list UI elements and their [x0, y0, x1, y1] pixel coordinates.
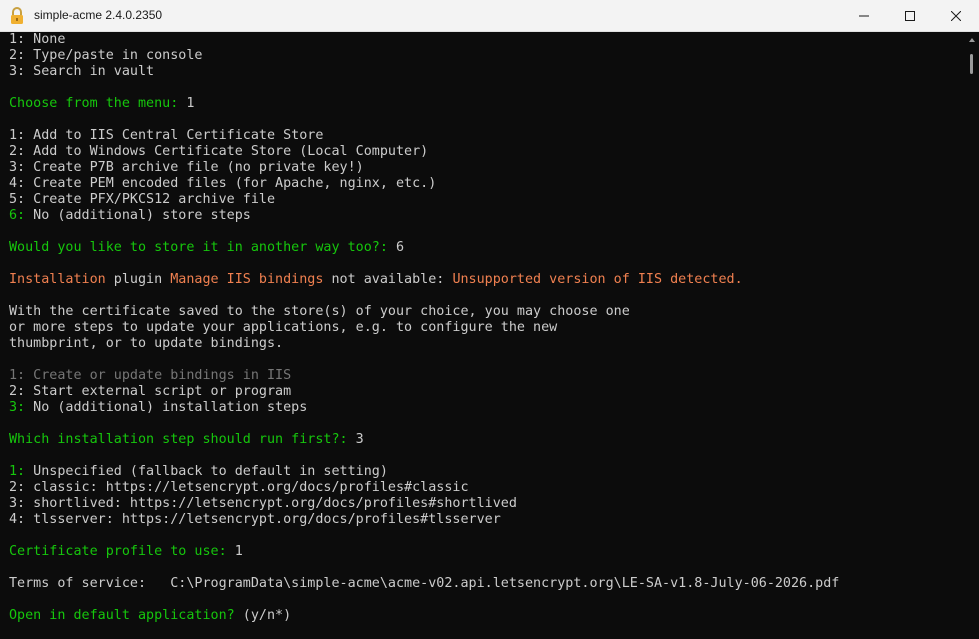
installation-warning: Installation plugin Manage IIS bindings …	[9, 272, 743, 288]
minimize-icon	[859, 15, 869, 16]
open-default-prompt: Open in default application?	[9, 608, 243, 623]
minimize-button[interactable]	[841, 0, 887, 31]
vertical-scrollbar[interactable]	[966, 32, 979, 639]
window-title: simple-acme 2.4.0.2350	[34, 8, 163, 22]
scrollbar-thumb[interactable]	[970, 54, 973, 74]
install-option-2: 2: Start external script or program	[9, 384, 292, 399]
menu-option-none: 1: None	[9, 32, 66, 47]
profile-choice-line: Certificate profile to use: 1	[9, 544, 243, 560]
warning-plugin-name: Manage IIS bindings	[170, 272, 324, 287]
store-option-2: 2: Add to Windows Certificate Store (Loc…	[9, 144, 429, 159]
profile-option-1-number: 1:	[9, 464, 26, 479]
scroll-up-arrow-icon[interactable]	[969, 38, 975, 42]
close-button[interactable]	[933, 0, 979, 31]
maximize-button[interactable]	[887, 0, 933, 31]
install-option-1-disabled: 1: Create or update bindings in IIS	[9, 368, 292, 383]
profile-prompt: Certificate profile to use:	[9, 544, 235, 559]
profile-option-3: 3: shortlived: https://letsencrypt.org/d…	[9, 496, 517, 511]
store-option-6-text: No (additional) store steps	[25, 208, 251, 223]
store-answer: 6	[395, 240, 405, 255]
store-prompt: Would you like to store it in another wa…	[9, 240, 396, 255]
store-option-3: 3: Create P7B archive file (no private k…	[9, 160, 364, 175]
store-choice-line: Would you like to store it in another wa…	[9, 240, 404, 256]
store-option-6-number: 6:	[9, 208, 26, 223]
menu-choice-line: Choose from the menu: 1	[9, 96, 194, 112]
menu-answer: 1	[186, 96, 195, 111]
install-answer: 3	[355, 432, 364, 447]
install-option-3: 3: No (additional) installation steps	[9, 400, 307, 416]
title-bar[interactable]: simple-acme 2.4.0.2350	[0, 0, 979, 32]
maximize-icon	[905, 10, 915, 21]
profile-option-4: 4: tlsserver: https://letsencrypt.org/do…	[9, 512, 501, 527]
warning-reason: Unsupported version of IIS detected.	[452, 272, 743, 287]
warning-installation: Installation	[9, 272, 106, 287]
install-choice-line: Which installation step should run first…	[9, 432, 364, 448]
store-option-6: 6: No (additional) store steps	[9, 208, 251, 224]
info-text-2: or more steps to update your application…	[9, 320, 558, 335]
warning-not-available: not available:	[323, 272, 453, 287]
profile-option-2: 2: classic: https://letsencrypt.org/docs…	[9, 480, 469, 495]
install-option-3-text: No (additional) installation steps	[25, 400, 308, 415]
install-prompt: Which installation step should run first…	[9, 432, 356, 447]
install-option-3-number: 3:	[9, 400, 26, 415]
store-option-5: 5: Create PFX/PKCS12 archive file	[9, 192, 276, 207]
lock-icon	[11, 7, 23, 24]
info-text-1: With the certificate saved to the store(…	[9, 304, 630, 319]
terms-of-service-line: Terms of service: C:\ProgramData\simple-…	[9, 576, 840, 591]
open-default-line: Open in default application? (y/n*)	[9, 608, 291, 624]
profile-option-1: 1: Unspecified (fallback to default in s…	[9, 464, 388, 480]
store-option-1: 1: Add to IIS Central Certificate Store	[9, 128, 324, 143]
open-default-options: (y/n*)	[242, 608, 292, 623]
info-text-3: thumbprint, or to update bindings.	[9, 336, 284, 351]
close-icon	[951, 10, 961, 21]
profile-option-1-text: Unspecified (fallback to default in sett…	[25, 464, 388, 479]
profile-answer: 1	[234, 544, 243, 559]
menu-option-search-vault: 3: Search in vault	[9, 64, 155, 79]
warning-plugin: plugin	[105, 272, 171, 287]
menu-prompt: Choose from the menu:	[9, 96, 187, 111]
menu-option-type-paste: 2: Type/paste in console	[9, 48, 203, 63]
console-output[interactable]: 1: None 2: Type/paste in console 3: Sear…	[0, 32, 966, 639]
store-option-4: 4: Create PEM encoded files (for Apache,…	[9, 176, 437, 191]
